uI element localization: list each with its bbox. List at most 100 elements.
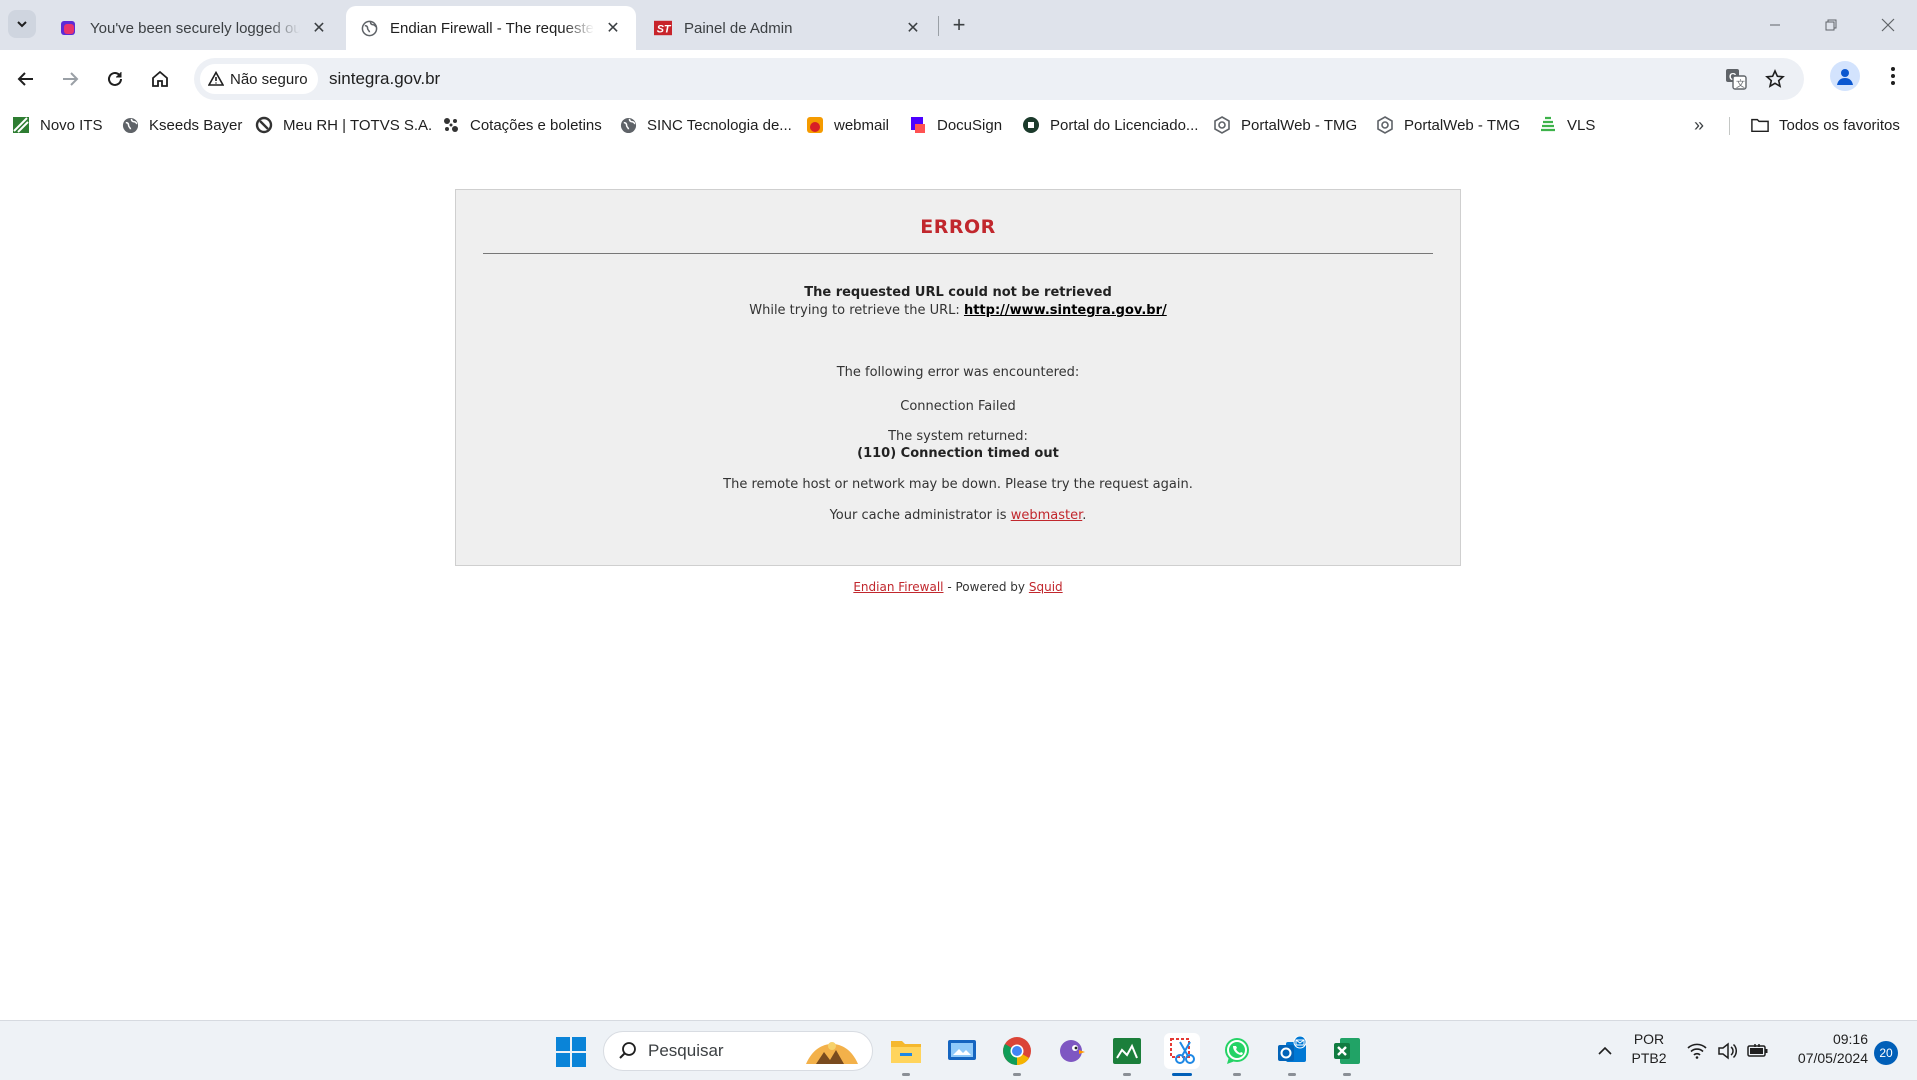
- folder-icon: [891, 1041, 921, 1063]
- security-chip-label: Não seguro: [230, 70, 308, 88]
- search-highlight-icon: [806, 1042, 858, 1064]
- close-icon[interactable]: ✕: [902, 17, 924, 39]
- bookmark-portalweb-tmg-1[interactable]: PortalWeb - TMG: [1213, 112, 1357, 138]
- bookmark-sinc[interactable]: SINC Tecnologia de...: [619, 112, 792, 138]
- tab-search-button[interactable]: [8, 10, 36, 38]
- totvs-icon: [255, 116, 273, 134]
- bookmark-novo-its[interactable]: Novo ITS: [12, 112, 103, 138]
- start-button[interactable]: [556, 1037, 586, 1072]
- excel-icon: [1334, 1038, 1360, 1064]
- cache-admin-line: Your cache administrator is webmaster.: [456, 508, 1460, 523]
- reload-button[interactable]: [98, 62, 132, 96]
- battery-status[interactable]: [1747, 1021, 1769, 1080]
- bookmark-meu-rh[interactable]: Meu RH | TOTVS S.A.: [255, 112, 432, 138]
- bookmark-kseeds-bayer[interactable]: Kseeds Bayer: [121, 112, 242, 138]
- url-text[interactable]: sintegra.gov.br: [329, 69, 440, 89]
- tab-logged-out[interactable]: You've been securely logged out ✕: [46, 6, 342, 50]
- tab-separator: [938, 16, 939, 36]
- taskbar-app-green[interactable]: [1109, 1033, 1145, 1076]
- more-bookmarks-button[interactable]: »: [1688, 114, 1710, 136]
- system-error-line: (110) Connection timed out: [456, 446, 1460, 461]
- close-window-button[interactable]: [1868, 8, 1908, 42]
- taskbar-remote-desktop[interactable]: [944, 1033, 980, 1069]
- close-icon[interactable]: ✕: [602, 17, 624, 39]
- windows-logo-icon: [556, 1037, 586, 1067]
- page-footer: Endian Firewall - Powered by Squid: [455, 580, 1461, 594]
- warning-icon: [208, 71, 224, 86]
- bookmark-portalweb-tmg-2[interactable]: PortalWeb - TMG: [1376, 112, 1520, 138]
- security-chip[interactable]: Não seguro: [200, 64, 318, 94]
- clock-time: 09:16: [1832, 1031, 1868, 1047]
- portal-icon: [1022, 116, 1040, 134]
- taskbar-file-explorer[interactable]: [888, 1033, 924, 1076]
- st-logo-icon: ST: [654, 19, 672, 37]
- endian-firewall-link[interactable]: Endian Firewall: [853, 580, 943, 594]
- tab-title: Endian Firewall - The requested URL coul…: [390, 19, 594, 37]
- browser-toolbar: Não seguro sintegra.gov.br G文: [0, 50, 1917, 108]
- active-indicator: [1172, 1073, 1192, 1076]
- tab-strip: You've been securely logged out ✕ Endian…: [0, 0, 1917, 50]
- cache-admin-suffix: .: [1082, 508, 1087, 523]
- trying-url-prefix: While trying to retrieve the URL:: [749, 303, 960, 318]
- bookmark-cotacoes[interactable]: Cotações e boletins: [442, 112, 602, 138]
- running-indicator: [1123, 1073, 1131, 1076]
- bookmark-docusign[interactable]: DocuSign: [909, 112, 1002, 138]
- input-language-indicator[interactable]: POR PTB2: [1626, 1030, 1672, 1068]
- minimize-button[interactable]: [1755, 8, 1795, 42]
- bookmark-label: VLS: [1567, 116, 1596, 134]
- webmaster-link[interactable]: webmaster: [1011, 508, 1083, 523]
- trying-url-line: While trying to retrieve the URL: http:/…: [456, 303, 1460, 318]
- taskbar-excel[interactable]: [1329, 1033, 1365, 1076]
- all-bookmarks-label: Todos os favoritos: [1779, 116, 1900, 134]
- browser-menu-button[interactable]: [1878, 61, 1908, 91]
- tab-title: Painel de Admin: [684, 19, 793, 37]
- language-code: POR: [1633, 1031, 1665, 1047]
- all-bookmarks-button[interactable]: Todos os favoritos: [1751, 112, 1900, 138]
- chrome-icon: [1003, 1037, 1031, 1065]
- volume-status[interactable]: [1717, 1021, 1737, 1080]
- bookmark-vls[interactable]: VLS: [1539, 112, 1595, 138]
- close-icon[interactable]: ✕: [308, 17, 330, 39]
- taskbar-whatsapp[interactable]: [1219, 1033, 1255, 1076]
- wifi-icon: [1687, 1043, 1707, 1059]
- keyboard-layout: PTB2: [1631, 1050, 1667, 1066]
- notification-badge[interactable]: 20: [1874, 1041, 1898, 1065]
- squid-link[interactable]: Squid: [1029, 580, 1063, 594]
- bookmark-label: Kseeds Bayer: [149, 116, 243, 134]
- wifi-status[interactable]: [1687, 1021, 1707, 1080]
- taskbar-chrome[interactable]: [999, 1033, 1035, 1076]
- taskbar-search-box[interactable]: Pesquisar: [603, 1031, 873, 1071]
- show-hidden-icons-button[interactable]: [1597, 1021, 1613, 1080]
- home-button[interactable]: [143, 62, 177, 96]
- forward-button[interactable]: [53, 62, 87, 96]
- bookmark-portal-licenciado[interactable]: Portal do Licenciado...: [1022, 112, 1198, 138]
- more-vert-icon: [1891, 67, 1895, 85]
- requested-url-link[interactable]: http://www.sintegra.gov.br/: [964, 303, 1167, 318]
- profile-avatar-button[interactable]: [1830, 61, 1860, 91]
- back-button[interactable]: [9, 62, 43, 96]
- restore-button[interactable]: [1811, 8, 1851, 42]
- taskbar-app-bird[interactable]: [1054, 1033, 1090, 1069]
- new-tab-button[interactable]: +: [946, 12, 972, 38]
- tab-endian-firewall[interactable]: Endian Firewall - The requested URL coul…: [346, 6, 636, 50]
- bookmark-webmail[interactable]: webmail: [806, 112, 889, 138]
- system-error-text: (110) Connection timed out: [857, 446, 1059, 461]
- taskbar-snipping-tool[interactable]: [1164, 1033, 1200, 1076]
- home-icon: [152, 70, 168, 87]
- translate-button[interactable]: G文: [1722, 65, 1750, 93]
- running-indicator: [1013, 1073, 1021, 1076]
- outlook-icon: [1278, 1036, 1307, 1062]
- error-panel: ERROR The requested URL could not be ret…: [455, 189, 1461, 566]
- arrow-right-icon: [63, 72, 79, 86]
- taskbar-outlook[interactable]: [1274, 1033, 1310, 1076]
- tab-painel-admin[interactable]: ST Painel de Admin ✕: [640, 6, 936, 50]
- address-bar[interactable]: Não seguro sintegra.gov.br G文: [194, 58, 1804, 100]
- bookmark-star-button[interactable]: [1761, 65, 1789, 93]
- bookmarks-separator: [1729, 117, 1730, 135]
- globe-icon: [360, 19, 378, 37]
- star-icon: [1765, 69, 1785, 88]
- webmail-icon: [806, 116, 824, 134]
- running-indicator: [1288, 1073, 1296, 1076]
- taskbar-clock[interactable]: 09:16 07/05/2024: [1782, 1030, 1868, 1068]
- snipping-tool-icon: [1170, 1038, 1195, 1064]
